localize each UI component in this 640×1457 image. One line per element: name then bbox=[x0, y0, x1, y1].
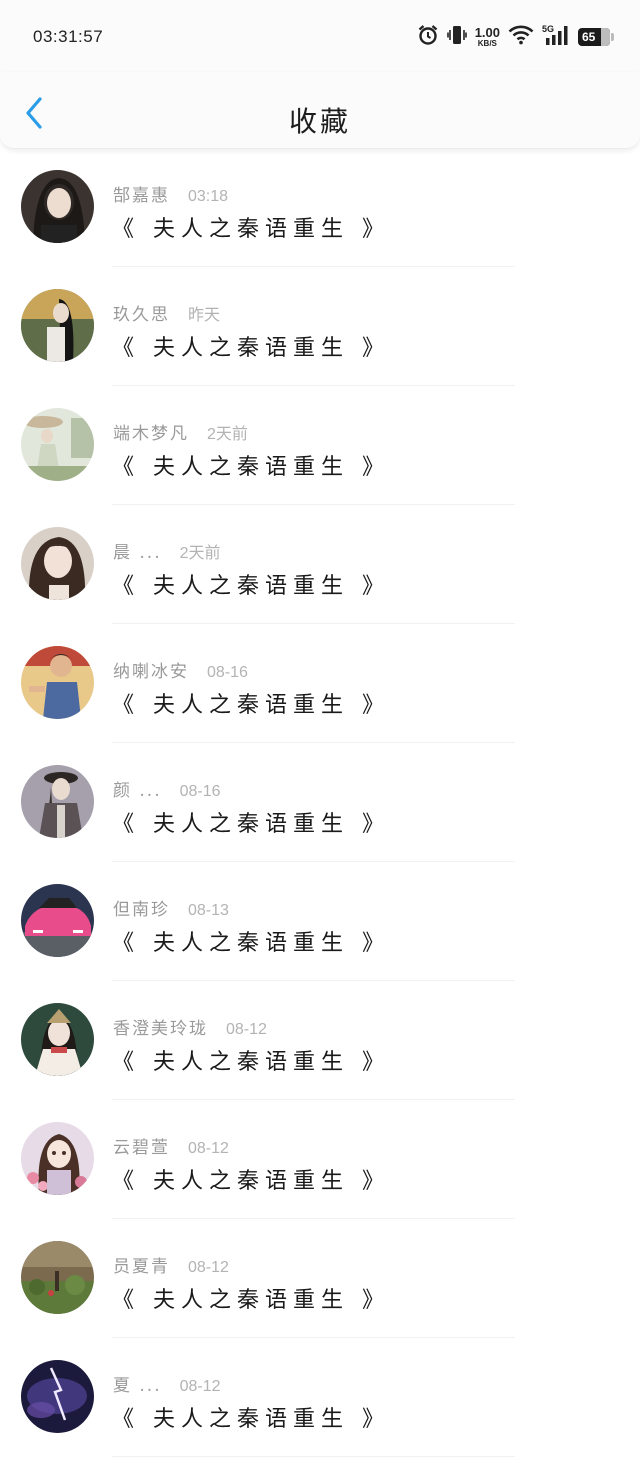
status-bar: 03:31:57 1.00 KB/S 5G 65 bbox=[0, 0, 640, 72]
avatar[interactable] bbox=[21, 884, 94, 957]
list-item[interactable]: 颜 ... 08-16 《 夫人之秦语重生 》 bbox=[0, 743, 640, 862]
list-item[interactable]: 端木梦凡 2天前 《 夫人之秦语重生 》 bbox=[0, 386, 640, 505]
battery-icon: 65 bbox=[578, 28, 614, 46]
user-name: 员夏青 bbox=[113, 1257, 170, 1277]
wifi-icon bbox=[508, 25, 534, 49]
user-name: 颜 ... bbox=[113, 781, 162, 801]
list-item[interactable]: 纳喇冰安 08-16 《 夫人之秦语重生 》 bbox=[0, 624, 640, 743]
user-name: 端木梦凡 bbox=[113, 424, 189, 444]
item-time: 2天前 bbox=[207, 426, 248, 443]
book-title[interactable]: 《 夫人之秦语重生 》 bbox=[112, 568, 390, 600]
list-item[interactable]: 员夏青 08-12 《 夫人之秦语重生 》 bbox=[0, 1219, 640, 1338]
item-time: 03:18 bbox=[188, 188, 229, 205]
user-name: 晨 ... bbox=[113, 543, 162, 563]
net-speed-indicator: 1.00 KB/S bbox=[475, 26, 500, 48]
user-name: 夏 ... bbox=[113, 1376, 162, 1396]
battery-level: 65 bbox=[582, 30, 596, 44]
avatar[interactable] bbox=[21, 1003, 94, 1076]
app-header: 收藏 bbox=[0, 72, 640, 149]
avatar[interactable] bbox=[21, 1122, 94, 1195]
item-time: 2天前 bbox=[179, 545, 221, 562]
avatar[interactable] bbox=[21, 1241, 94, 1314]
list-item[interactable]: 但南珍 08-13 《 夫人之秦语重生 》 bbox=[0, 862, 640, 981]
book-title[interactable]: 《 夫人之秦语重生 》 bbox=[112, 806, 390, 838]
avatar[interactable] bbox=[21, 527, 94, 600]
item-meta: 但南珍 08-13 bbox=[113, 895, 229, 920]
book-title[interactable]: 《 夫人之秦语重生 》 bbox=[112, 925, 390, 957]
user-name: 纳喇冰安 bbox=[113, 662, 189, 682]
list-item[interactable]: 晨 ... 2天前 《 夫人之秦语重生 》 bbox=[0, 505, 640, 624]
item-time: 昨天 bbox=[188, 307, 221, 324]
item-time: 08-12 bbox=[179, 1378, 221, 1395]
item-meta: 颜 ... 08-16 bbox=[113, 776, 221, 801]
item-time: 08-12 bbox=[226, 1021, 267, 1038]
item-meta: 端木梦凡 2天前 bbox=[113, 419, 248, 444]
avatar[interactable] bbox=[21, 646, 94, 719]
item-time: 08-16 bbox=[179, 783, 221, 800]
avatar[interactable] bbox=[21, 170, 94, 243]
item-meta: 玖久思 昨天 bbox=[113, 300, 220, 325]
book-title[interactable]: 《 夫人之秦语重生 》 bbox=[112, 1044, 390, 1076]
list-item[interactable]: 玖久思 昨天 《 夫人之秦语重生 》 bbox=[0, 267, 640, 386]
item-meta: 纳喇冰安 08-16 bbox=[113, 657, 248, 682]
item-meta: 香澄美玲珑 08-12 bbox=[113, 1014, 267, 1039]
avatar[interactable] bbox=[21, 765, 94, 838]
list-item[interactable]: 香澄美玲珑 08-12 《 夫人之秦语重生 》 bbox=[0, 981, 640, 1100]
book-title[interactable]: 《 夫人之秦语重生 》 bbox=[112, 449, 390, 481]
item-meta: 员夏青 08-12 bbox=[113, 1252, 229, 1277]
cellular-signal-icon: 5G bbox=[542, 24, 570, 50]
user-name: 玖久思 bbox=[113, 305, 170, 325]
list-item[interactable]: 云碧萱 08-12 《 夫人之秦语重生 》 bbox=[0, 1100, 640, 1219]
user-name: 郜嘉惠 bbox=[113, 186, 170, 206]
book-title[interactable]: 《 夫人之秦语重生 》 bbox=[112, 1163, 390, 1195]
book-title[interactable]: 《 夫人之秦语重生 》 bbox=[112, 330, 390, 362]
avatar[interactable] bbox=[21, 1360, 94, 1433]
user-name: 但南珍 bbox=[113, 900, 170, 920]
book-title[interactable]: 《 夫人之秦语重生 》 bbox=[112, 1282, 390, 1314]
page-title: 收藏 bbox=[288, 105, 351, 138]
avatar[interactable] bbox=[21, 408, 94, 481]
vibrate-icon bbox=[446, 24, 467, 50]
item-meta: 云碧萱 08-12 bbox=[113, 1133, 229, 1158]
book-title[interactable]: 《 夫人之秦语重生 》 bbox=[112, 211, 390, 243]
book-title[interactable]: 《 夫人之秦语重生 》 bbox=[112, 1401, 390, 1433]
list-item[interactable]: 夏 ... 08-12 《 夫人之秦语重生 》 bbox=[0, 1338, 640, 1457]
item-time: 08-13 bbox=[188, 902, 229, 919]
status-time: 03:31:57 bbox=[33, 27, 104, 46]
status-icons: 1.00 KB/S 5G 65 bbox=[417, 24, 614, 50]
net-speed-unit: KB/S bbox=[477, 39, 497, 48]
item-meta: 晨 ... 2天前 bbox=[113, 538, 221, 563]
list-item[interactable]: 郜嘉惠 03:18 《 夫人之秦语重生 》 bbox=[0, 148, 640, 267]
user-name: 云碧萱 bbox=[113, 1138, 170, 1158]
item-time: 08-12 bbox=[188, 1259, 229, 1276]
book-title[interactable]: 《 夫人之秦语重生 》 bbox=[112, 687, 390, 719]
item-time: 08-12 bbox=[188, 1140, 229, 1157]
network-type-label: 5G bbox=[542, 24, 554, 34]
item-meta: 郜嘉惠 03:18 bbox=[113, 181, 228, 206]
item-meta: 夏 ... 08-12 bbox=[113, 1371, 221, 1396]
user-name: 香澄美玲珑 bbox=[113, 1019, 208, 1039]
item-time: 08-16 bbox=[207, 664, 248, 681]
avatar[interactable] bbox=[21, 289, 94, 362]
alarm-icon bbox=[417, 24, 439, 50]
net-speed-value: 1.00 bbox=[474, 25, 500, 40]
favorites-list: 郜嘉惠 03:18 《 夫人之秦语重生 》 玖久思 昨天 《 夫人之秦语重生 》 端… bbox=[0, 148, 640, 1457]
